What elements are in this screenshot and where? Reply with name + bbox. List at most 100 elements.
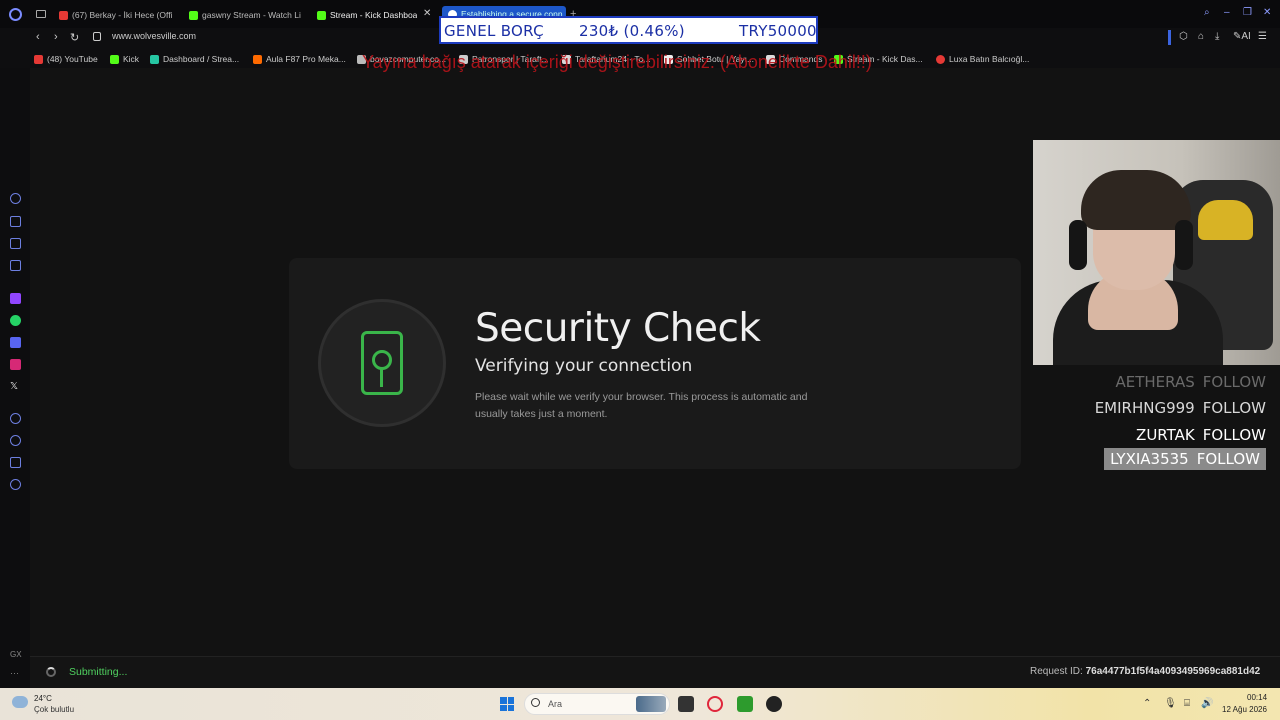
kick-icon — [110, 54, 119, 64]
network-icon[interactable]: ⌸ — [1184, 698, 1190, 709]
aria-ai-button[interactable]: ✎AI — [1233, 31, 1251, 42]
clock-date[interactable]: 12 Ağu 2026 — [1222, 705, 1267, 714]
search-icon — [531, 698, 540, 707]
twitch-icon[interactable] — [10, 293, 21, 304]
key-circle-icon — [372, 350, 392, 370]
maximize-icon[interactable]: ❐ — [1243, 8, 1253, 18]
tab-label: (67) Berkay - İki Hece (Offi — [72, 10, 173, 20]
url-field[interactable]: www.wolvesville.com — [112, 31, 196, 41]
tab-youtube[interactable]: (67) Berkay - İki Hece (Offi — [59, 8, 175, 22]
donation-ticker-text: Yayına bağış atarak içeriği değiştirebil… — [362, 52, 872, 72]
follower-name: LYXIA3535 — [1110, 450, 1189, 468]
gx-control-icon[interactable] — [10, 193, 21, 204]
follow-alert-item: AETHERAS FOLLOW — [1109, 371, 1272, 393]
weather-temperature[interactable]: 24°C — [34, 694, 52, 703]
bookmark-label: Dashboard / Strea... — [163, 54, 240, 64]
spinner-icon — [46, 667, 56, 677]
webcam-person-hair — [1081, 170, 1191, 230]
app-taskbar-icon[interactable] — [766, 696, 782, 712]
follower-name: EMIRHNG999 — [1094, 399, 1195, 417]
screen: { "tabs": [ {"label": "(67) Berkay - İki… — [0, 0, 1280, 720]
player-icon[interactable] — [10, 413, 21, 424]
history-icon[interactable] — [10, 435, 21, 446]
discord-icon[interactable] — [10, 337, 21, 348]
youtube-icon — [59, 10, 68, 20]
task-view-icon[interactable] — [678, 696, 694, 712]
headset-icon — [1175, 220, 1193, 270]
bookmark-dashboard[interactable]: Dashboard / Strea... — [150, 54, 239, 64]
dashboard-icon — [150, 54, 159, 64]
youtube-icon — [34, 54, 43, 64]
settings-icon[interactable] — [10, 479, 21, 490]
bookmark-kick[interactable]: Kick — [110, 54, 139, 64]
debt-overlay-banner: GENEL BORÇ 230₺ (0.46%) TRY50000 — [439, 16, 818, 44]
bookmark-label: Luxa Batın Balcıoğl... — [949, 54, 1030, 64]
opera-gx-taskbar-icon[interactable] — [707, 696, 723, 712]
bookmark-label: Aula F87 Pro Meka... — [266, 54, 346, 64]
lock-icon[interactable] — [93, 32, 101, 41]
opera-gx-logo-icon[interactable] — [9, 8, 22, 21]
debt-change: 230₺ (0.46%) — [579, 22, 685, 40]
status-text: Submitting... — [69, 666, 128, 678]
music-player-icon[interactable] — [10, 260, 21, 271]
x-twitter-icon[interactable]: 𝕏 — [10, 381, 21, 392]
browser-sidebar: 𝕏 GX ··· — [0, 68, 30, 688]
reload-icon[interactable]: ↻ — [70, 31, 79, 44]
minimize-icon[interactable]: – — [1224, 8, 1234, 18]
headset-icon — [1069, 220, 1087, 270]
tab-gaswny-stream[interactable]: gaswny Stream - Watch Li — [189, 8, 303, 22]
windows-start-icon[interactable] — [500, 697, 514, 711]
search-highlight-icon — [636, 696, 666, 712]
menu-icon[interactable]: ☰ — [1258, 31, 1267, 42]
close-tab-icon[interactable]: ✕ — [423, 8, 431, 19]
luxa-icon — [936, 54, 945, 64]
debt-title: GENEL BORÇ — [444, 22, 544, 40]
ai-label: AI — [1241, 31, 1251, 42]
bookmark-luxa[interactable]: Luxa Batın Balcıoğl... — [936, 54, 1029, 64]
follow-label: FOLLOW — [1196, 450, 1260, 468]
key-stem-icon — [380, 369, 383, 387]
page-title: Security Check — [475, 306, 761, 351]
request-id-label: Request ID: — [1030, 666, 1083, 677]
back-icon[interactable]: ‹ — [36, 31, 40, 43]
follower-name: AETHERAS — [1115, 373, 1195, 391]
whatsapp-icon[interactable] — [10, 315, 21, 326]
bookmark-label: (48) YouTube — [47, 54, 98, 64]
microphone-icon[interactable]: 🎙 — [1164, 698, 1177, 709]
weather-description[interactable]: Çok bulutlu — [34, 705, 74, 714]
extensions-sidebar-icon[interactable] — [10, 457, 21, 468]
webcam-overlay — [1033, 140, 1280, 365]
cloud-icon[interactable] — [12, 696, 28, 708]
follower-name: ZURTAK — [1136, 426, 1195, 444]
snapshot-icon[interactable]: ⌂ — [1198, 31, 1204, 42]
follow-alert-item: ZURTAK FOLLOW — [1130, 424, 1272, 446]
gx-cleaner-icon[interactable] — [10, 238, 21, 249]
instagram-icon[interactable] — [10, 359, 21, 370]
request-id-value: 76a4477b1f5f4a4093495969ca881d42 — [1085, 666, 1261, 677]
bookmark-aula[interactable]: Aula F87 Pro Meka... — [253, 54, 346, 64]
tab-kick-dashboard[interactable]: Stream - Kick Dashboa — [317, 8, 417, 22]
download-icon[interactable]: ⤓ — [1215, 31, 1219, 42]
follow-label: FOLLOW — [1202, 373, 1266, 391]
tab-label: Stream - Kick Dashboa — [330, 10, 417, 20]
extensions-icon[interactable]: ⬡ — [1179, 31, 1188, 42]
clock-time[interactable]: 00:14 — [1247, 693, 1267, 702]
tab-label: gaswny Stream - Watch Li — [202, 10, 301, 20]
search-tabs-icon[interactable]: ⌕ — [1204, 8, 1214, 18]
volume-icon[interactable]: 🔊 — [1201, 698, 1213, 709]
kick-icon — [189, 10, 198, 20]
xbox-icon[interactable] — [737, 696, 753, 712]
gx-label: GX — [10, 650, 22, 659]
page-description: Please wait while we verify your browser… — [475, 391, 808, 420]
hb-icon — [253, 54, 262, 64]
chevron-up-icon[interactable]: ⌃ — [1143, 698, 1151, 709]
kick-icon — [317, 10, 326, 20]
forward-icon[interactable]: › — [54, 31, 58, 43]
bookmark-label: Kick — [123, 54, 140, 64]
gx-corner-icon[interactable] — [10, 216, 21, 227]
tab-overview-icon[interactable] — [36, 10, 46, 18]
bookmark-youtube[interactable]: (48) YouTube — [34, 54, 98, 64]
close-window-icon[interactable]: ✕ — [1263, 8, 1273, 18]
search-placeholder[interactable]: Ara — [548, 699, 562, 709]
more-icon[interactable]: ··· — [10, 668, 19, 678]
